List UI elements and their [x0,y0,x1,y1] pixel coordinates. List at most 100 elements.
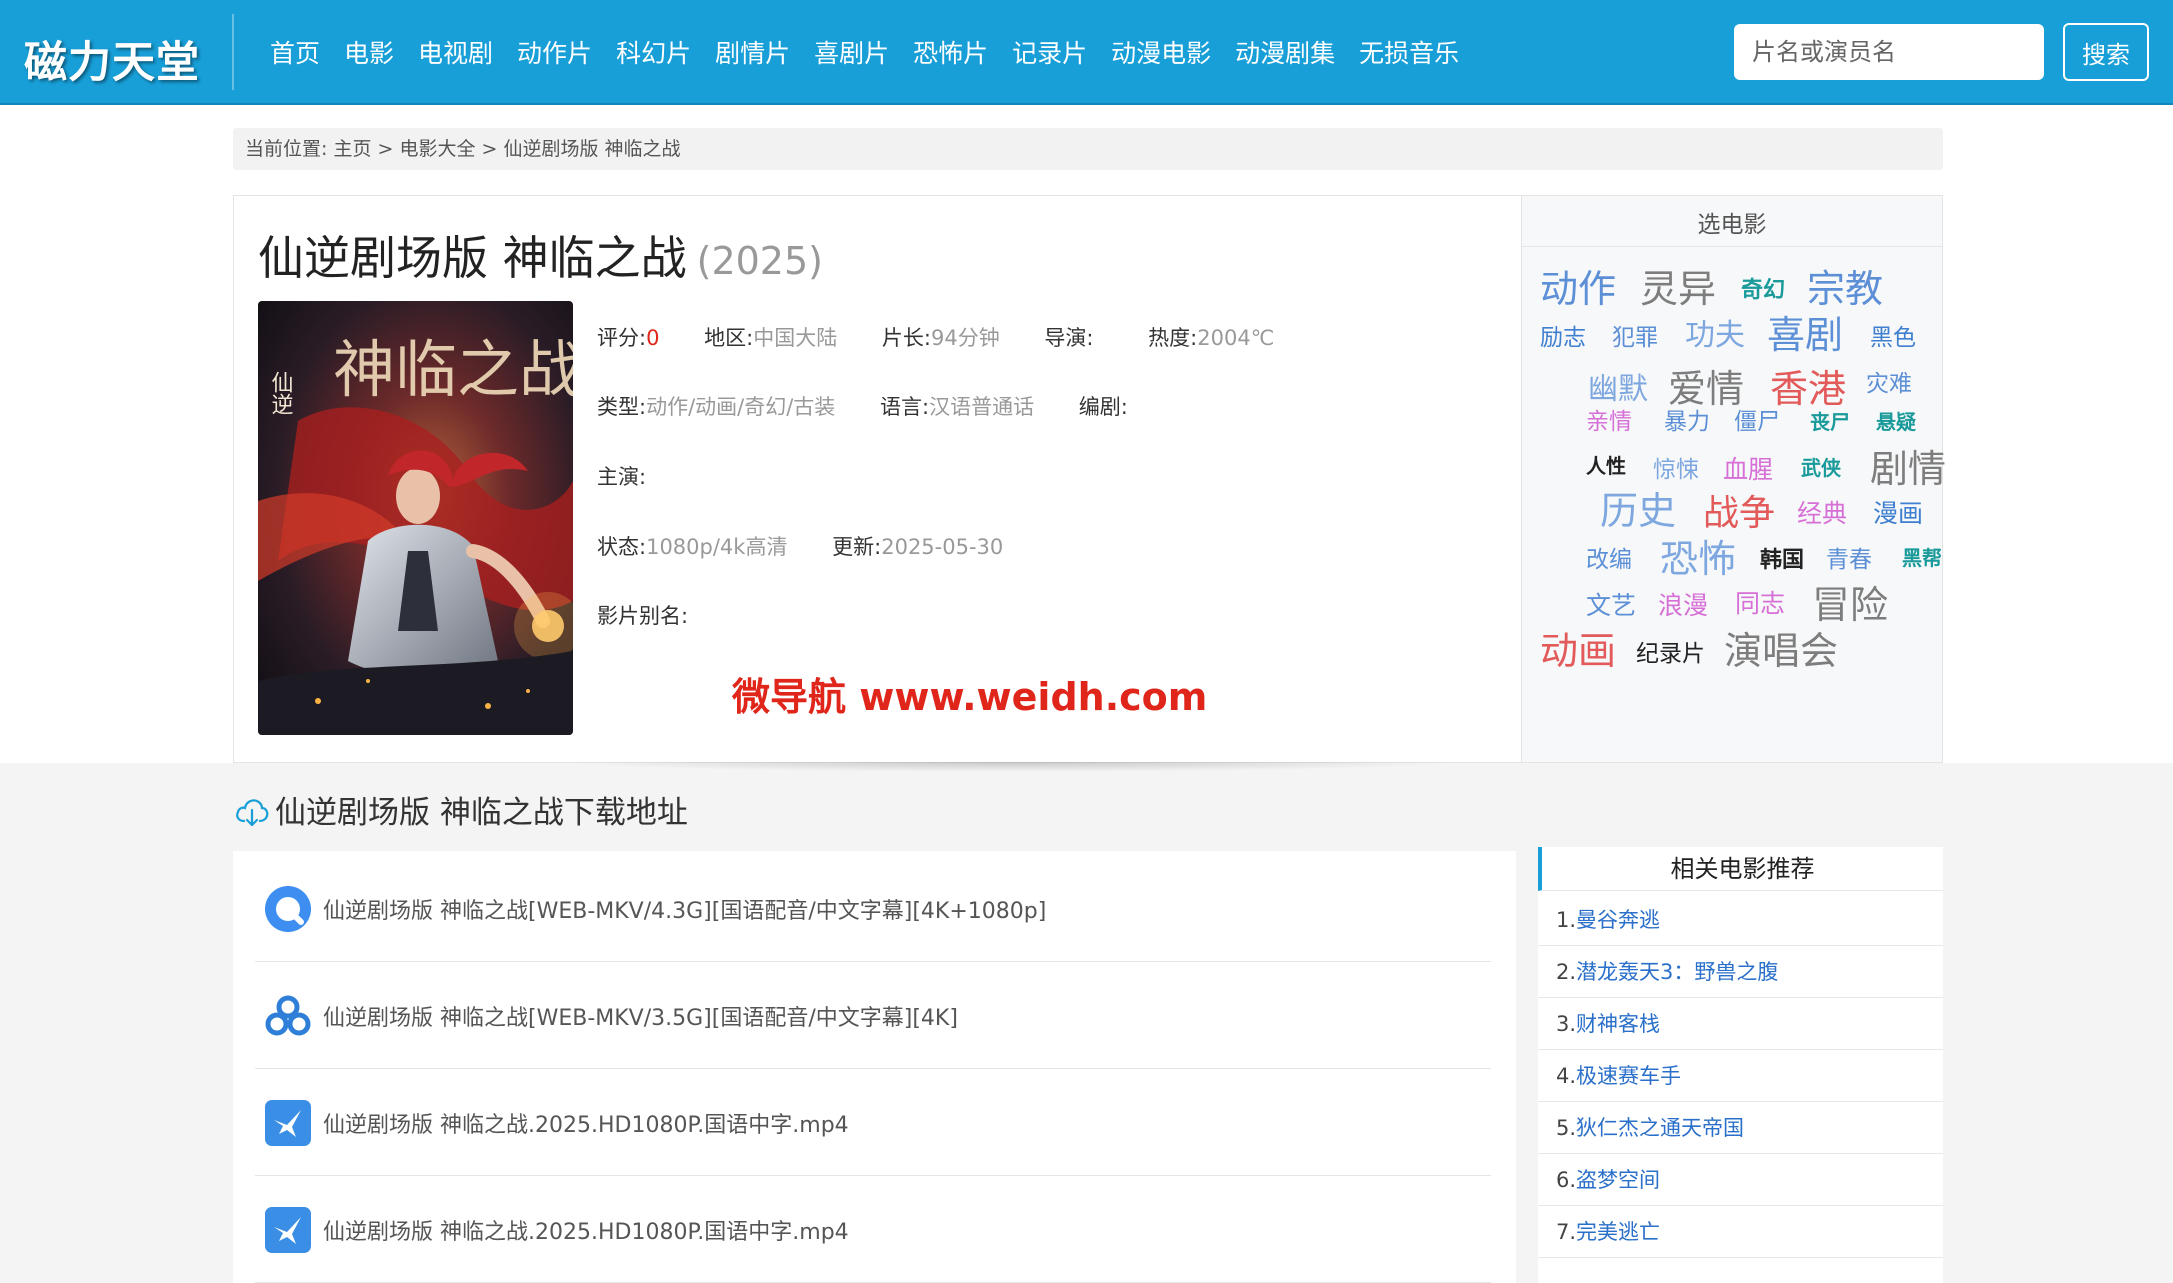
genre-tag[interactable]: 功夫 [1685,310,1745,354]
related-movies-title: 相关电影推荐 [1538,847,1943,891]
genre-tag[interactable]: 人性 [1586,450,1626,479]
breadcrumb: 当前位置: 主页 > 电影大全 > 仙逆剧场版 神临之战 [233,128,1943,170]
related-item: 7.完美逃亡 [1538,1206,1943,1258]
genre-tag[interactable]: 经典 [1797,494,1847,530]
genre-tag[interactable]: 武侠 [1801,452,1841,481]
watermark-text: 微导航 www.weidh.com [732,675,1208,719]
genre-tag[interactable]: 韩国 [1760,542,1804,574]
nav-home[interactable]: 首页 [270,34,320,70]
related-item-index: 3. [1556,1012,1577,1036]
nav-tv-series[interactable]: 电视剧 [418,34,493,70]
nav-drama[interactable]: 剧情片 [715,34,790,70]
genre-label: 类型: [597,395,647,419]
genre-tag[interactable]: 犯罪 [1612,318,1658,352]
genre-tag[interactable]: 演唱会 [1724,620,1838,675]
xunlei-bird-icon [265,1100,311,1146]
movie-poster[interactable]: 神临之战 仙逆 [258,301,573,735]
download-item[interactable]: 仙逆剧场版 神临之战[WEB-MKV/4.3G][国语配音/中文字幕][4K+1… [255,855,1491,962]
search-button[interactable]: 搜索 [2063,23,2149,81]
quark-icon [265,886,311,932]
genre-tag[interactable]: 奇幻 [1741,272,1785,304]
breadcrumb-current: 仙逆剧场版 神临之战 [503,138,681,160]
nav-scifi[interactable]: 科幻片 [616,34,691,70]
related-item-index: 2. [1556,960,1577,984]
related-item-link[interactable]: 潜龙轰天3：野兽之腹 [1576,960,1778,984]
related-item-link[interactable]: 极速赛车手 [1576,1064,1681,1088]
genre-tag[interactable]: 漫画 [1873,494,1923,530]
genre-tag[interactable]: 惊悚 [1653,450,1699,484]
download-link-text[interactable]: 仙逆剧场版 神临之战.2025.HD1080P.国语中字.mp4 [323,1214,849,1246]
director-label: 导演: [1044,326,1094,350]
genre-tag[interactable]: 动画 [1540,620,1616,675]
info-row-1: 评分:0 地区:中国大陆 片长:94分钟 导演: 热度:2004℃ [597,322,1312,352]
info-row-4: 状态:1080p/4k高清 更新:2025-05-30 [597,531,1041,561]
related-item-link[interactable]: 财神客栈 [1576,1012,1660,1036]
rating-value: 0 [646,326,660,350]
genre-tag[interactable]: 丧尸 [1810,406,1850,435]
updated-value: 2025-05-30 [881,535,1004,559]
related-item-link[interactable]: 完美逃亡 [1576,1220,1660,1244]
status-value: 1080p/4k高清 [646,535,788,559]
genre-tag[interactable]: 浪漫 [1658,586,1708,622]
related-item-index: 5. [1556,1116,1577,1140]
nav-horror[interactable]: 恐怖片 [913,34,988,70]
nav-anime-movies[interactable]: 动漫电影 [1111,34,1211,70]
genre-value: 动作/动画/奇幻/古装 [646,395,836,419]
genre-tag[interactable]: 暴力 [1664,402,1710,436]
info-row-5: 影片别名: [597,600,726,630]
related-item-link[interactable]: 狄仁杰之通天帝国 [1576,1116,1744,1140]
genre-tag[interactable]: 文艺 [1586,586,1636,622]
genre-tag[interactable]: 励志 [1540,318,1586,352]
related-item: 1.曼谷奔逃 [1538,894,1943,946]
genre-tag[interactable]: 灾难 [1866,364,1912,398]
genre-tag[interactable]: 香港 [1770,358,1846,413]
xunlei-bird-icon [265,1207,311,1253]
logo-divider [232,14,234,90]
nav-lossless-music[interactable]: 无损音乐 [1359,34,1459,70]
genre-tag[interactable]: 僵尸 [1734,402,1780,436]
genre-tag[interactable]: 恐怖 [1660,528,1736,583]
language-label: 语言: [880,395,930,419]
genre-tag[interactable]: 历史 [1600,480,1676,535]
nav-movies[interactable]: 电影 [344,34,394,70]
genre-tag[interactable]: 动作 [1540,258,1616,313]
heat-value: 2004℃ [1197,326,1275,350]
region-value: 中国大陆 [753,326,838,350]
top-navbar: 磁力天堂 首页 电影 电视剧 动作片 科幻片 剧情片 喜剧片 恐怖片 记录片 动… [0,0,2173,105]
duration-value: 94分钟 [930,326,1000,350]
nav-anime-series[interactable]: 动漫剧集 [1235,34,1335,70]
panel-shadow [560,762,1460,772]
download-item[interactable]: 仙逆剧场版 神临之战[WEB-MKV/3.5G][国语配音/中文字幕][4K] [255,962,1491,1069]
nav-documentary[interactable]: 记录片 [1012,34,1087,70]
site-logo[interactable]: 磁力天堂 [24,28,200,90]
genre-tag[interactable]: 黑帮 [1902,542,1942,571]
breadcrumb-separator: > [481,138,498,160]
genre-tag[interactable]: 亲情 [1586,402,1632,436]
related-item: 3.财神客栈 [1538,998,1943,1050]
movie-title: 仙逆剧场版 神临之战 (2025) [258,222,823,288]
search-input[interactable] [1734,24,2044,80]
download-item[interactable]: 仙逆剧场版 神临之战.2025.HD1080P.国语中字.mp4 [255,1069,1491,1176]
genre-tag[interactable]: 悬疑 [1876,406,1916,435]
related-item-index: 6. [1556,1168,1577,1192]
genre-tag[interactable]: 同志 [1735,584,1785,620]
nav-action[interactable]: 动作片 [517,34,592,70]
nav-comedy[interactable]: 喜剧片 [814,34,889,70]
related-item-link[interactable]: 盗梦空间 [1576,1168,1660,1192]
breadcrumb-category[interactable]: 电影大全 [399,138,475,160]
tag-panel-divider [1521,246,1943,247]
download-item[interactable]: 仙逆剧场版 神临之战.2025.HD1080P.国语中字.mp4 [255,1176,1491,1283]
genre-tag[interactable]: 青春 [1826,540,1872,574]
download-link-text[interactable]: 仙逆剧场版 神临之战[WEB-MKV/3.5G][国语配音/中文字幕][4K] [323,1000,958,1032]
download-link-text[interactable]: 仙逆剧场版 神临之战.2025.HD1080P.国语中字.mp4 [323,1107,849,1139]
genre-tag[interactable]: 黑色 [1870,318,1916,352]
breadcrumb-home[interactable]: 主页 [333,138,371,160]
download-link-text[interactable]: 仙逆剧场版 神临之战[WEB-MKV/4.3G][国语配音/中文字幕][4K+1… [323,893,1046,925]
genre-tag[interactable]: 血腥 [1723,450,1773,486]
genre-tag[interactable]: 剧情 [1870,438,1946,493]
genre-tag[interactable]: 纪录片 [1636,634,1705,668]
related-item-link[interactable]: 曼谷奔逃 [1576,908,1660,932]
genre-tag[interactable]: 灵异 [1640,258,1716,313]
genre-tag[interactable]: 改编 [1586,540,1632,574]
genre-tag[interactable]: 喜剧 [1767,304,1843,359]
